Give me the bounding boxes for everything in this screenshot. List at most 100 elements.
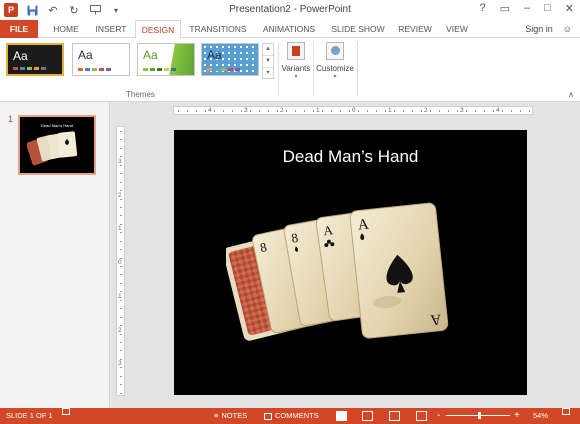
reading-view-icon[interactable]	[389, 411, 400, 421]
zoom-in-button[interactable]: +	[514, 408, 520, 424]
help-icon[interactable]: ?	[479, 2, 485, 15]
theme-color-swatches	[13, 67, 46, 70]
vertical-ruler: 3 2 1 0 1 2 3	[116, 126, 125, 396]
spell-check-icon[interactable]	[62, 408, 70, 415]
ruler-tick	[120, 325, 122, 327]
ruler-tick	[214, 110, 215, 112]
slideshow-view-icon[interactable]	[416, 411, 427, 421]
ruler-tick	[120, 350, 122, 352]
normal-view-icon[interactable]	[336, 411, 347, 421]
theme-color-swatches	[207, 68, 240, 71]
theme-color-swatches	[78, 68, 111, 71]
tab-view[interactable]: VIEW	[438, 20, 476, 38]
aces-and-eights-image[interactable]: 8 8 A A A	[226, 200, 476, 390]
notes-button[interactable]: ≡ NOTES	[214, 408, 247, 424]
zoom-level[interactable]: 54%	[533, 408, 548, 424]
theme-color-swatch	[27, 67, 32, 70]
ruler-tick	[120, 249, 122, 251]
theme-color-swatch	[106, 68, 111, 71]
collapse-ribbon-icon[interactable]: ∧	[568, 90, 574, 99]
ruler-tick	[349, 110, 350, 112]
slide-editor: 432101234 3210123 Dead Man’s Hand 8 8 A …	[111, 102, 580, 408]
tab-slide-show[interactable]: SLIDE SHOW	[324, 20, 392, 38]
ruler-tick	[412, 110, 413, 112]
ribbon-divider	[357, 42, 358, 96]
theme-thumbnail[interactable]: Aa	[137, 43, 195, 76]
notes-icon: ≡	[214, 411, 219, 420]
ruler-tick	[313, 110, 314, 112]
ruler-tick	[196, 110, 197, 112]
ruler-tick	[475, 110, 476, 112]
zoom-slider-thumb[interactable]	[478, 412, 481, 419]
ruler-tick	[232, 110, 233, 112]
theme-color-swatch	[20, 67, 25, 70]
ruler-tick	[403, 110, 404, 112]
ruler-tick	[520, 110, 521, 112]
theme-color-swatch	[41, 67, 46, 70]
theme-color-swatch	[150, 68, 155, 71]
theme-thumbnail[interactable]: Aa	[6, 43, 64, 76]
ruler-tick	[493, 110, 494, 112]
theme-thumbnail[interactable]: Aa	[201, 43, 259, 76]
ruler-label: 1	[316, 107, 320, 114]
scroll-down-icon[interactable]: ▼	[263, 56, 273, 68]
slide-title[interactable]: Dead Man’s Hand	[174, 147, 527, 167]
variants-button[interactable]: Variants ▾	[280, 42, 312, 80]
ruler-label: 0	[118, 259, 122, 266]
comments-button[interactable]: COMMENTS	[264, 408, 319, 424]
tab-insert[interactable]: INSERT	[88, 20, 134, 38]
slide-counter: SLIDE 1 OF 1	[6, 411, 53, 420]
ruler-label: 1	[118, 225, 122, 233]
ruler-tick	[120, 291, 122, 293]
ruler-tick	[120, 299, 122, 301]
ruler-tick	[322, 110, 323, 112]
theme-thumbnail[interactable]: Aa	[72, 43, 130, 76]
zoom-slider[interactable]	[446, 412, 510, 419]
minimize-icon[interactable]: –	[524, 2, 530, 15]
fit-to-window-icon[interactable]	[562, 408, 570, 415]
theme-color-swatch	[164, 68, 169, 71]
status-bar: SLIDE 1 OF 1 ≡ NOTES COMMENTS - + 54%	[0, 408, 580, 424]
ruler-tick	[466, 110, 467, 112]
svg-text:A: A	[429, 311, 442, 328]
theme-color-swatch	[228, 68, 233, 71]
ruler-label: 2	[118, 326, 122, 334]
ruler-tick	[250, 110, 251, 112]
ruler-tick	[120, 206, 122, 208]
slide-sorter-icon[interactable]	[362, 411, 373, 421]
scroll-up-icon[interactable]: ▲	[263, 44, 273, 56]
ruler-tick	[120, 181, 122, 183]
tab-review[interactable]: REVIEW	[392, 20, 438, 38]
tab-design[interactable]: DESIGN	[135, 20, 181, 39]
zoom-out-button[interactable]: -	[437, 408, 440, 424]
customize-button[interactable]: Customize ▾	[314, 42, 356, 80]
theme-color-swatch	[99, 68, 104, 71]
ribbon: Aa Aa Aa Aa ▲ ▼ ▾ Themes Variants ▾ Cust…	[0, 38, 580, 102]
slide-thumbnail[interactable]: Dead Man's Hand	[18, 115, 96, 175]
tab-home[interactable]: HOME	[44, 20, 88, 38]
slide-canvas[interactable]: Dead Man’s Hand 8 8 A A A	[174, 130, 527, 395]
theme-color-swatch	[221, 68, 226, 71]
gallery-more-icon[interactable]: ▾	[263, 68, 273, 79]
ruler-tick	[457, 110, 458, 112]
tab-file[interactable]: FILE	[0, 20, 38, 38]
maximize-icon[interactable]: □	[544, 2, 551, 15]
ruler-tick	[385, 110, 386, 112]
theme-label: Aa	[13, 49, 28, 63]
theme-label: Aa	[143, 48, 158, 62]
ruler-tick	[120, 367, 122, 369]
ruler-tick	[120, 266, 122, 267]
ruler-tick	[331, 110, 332, 112]
tab-animations[interactable]: ANIMATIONS	[254, 20, 324, 38]
ruler-tick	[120, 131, 122, 132]
ruler-tick	[511, 110, 512, 112]
ribbon-display-options-icon[interactable]: ▭	[500, 2, 510, 15]
close-icon[interactable]: ✕	[565, 2, 574, 15]
user-icon[interactable]: ☺	[563, 20, 572, 38]
sign-in-link[interactable]: Sign in	[525, 20, 553, 38]
tab-transitions[interactable]: TRANSITIONS	[182, 20, 254, 38]
ruler-tick	[340, 110, 341, 112]
ruler-tick	[295, 110, 296, 112]
ruler-tick	[286, 110, 287, 112]
ruler-tick	[120, 384, 122, 386]
